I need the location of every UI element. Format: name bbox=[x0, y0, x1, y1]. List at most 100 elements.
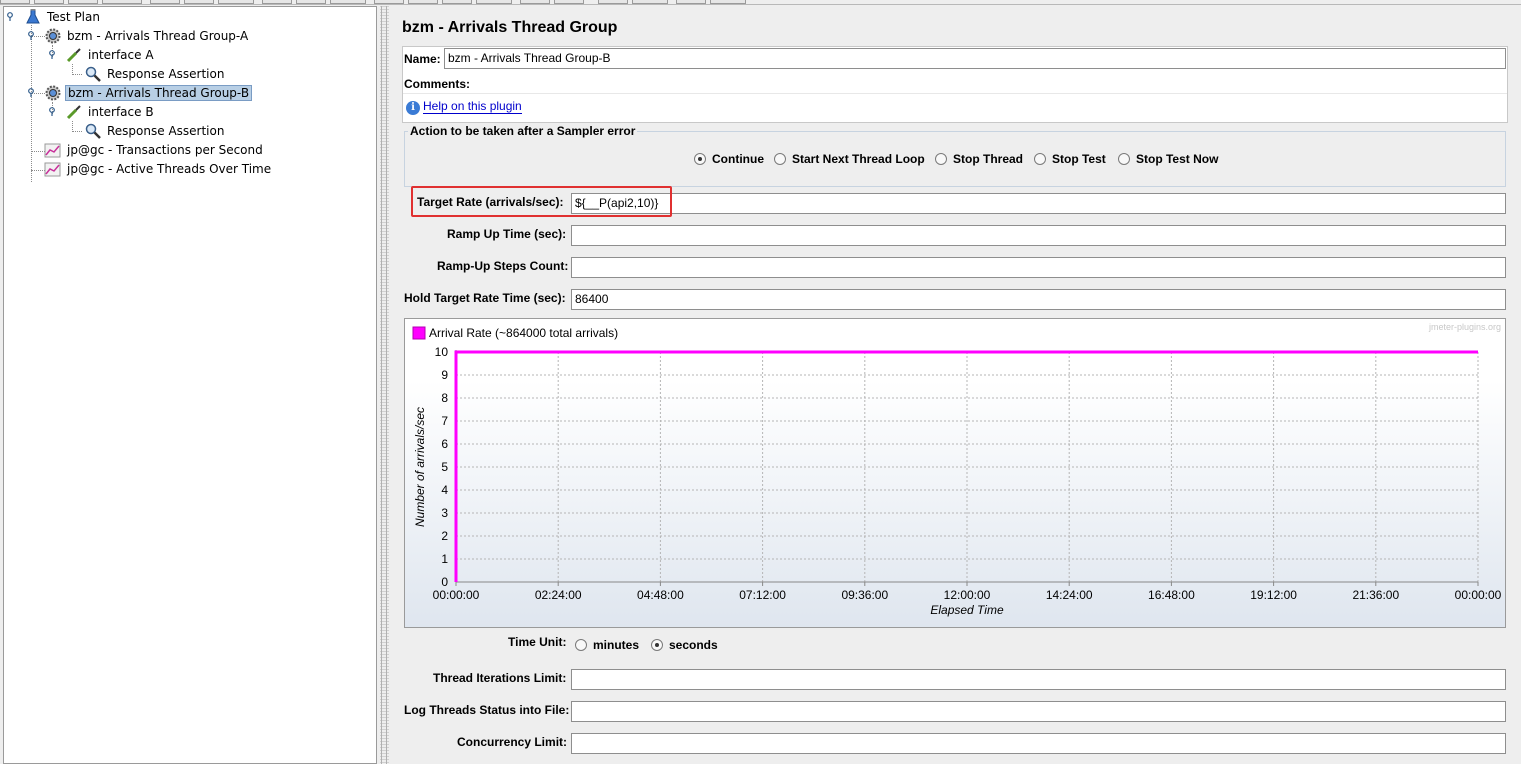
target-rate-field[interactable]: ${__P(api2,10)} bbox=[571, 193, 1506, 214]
x-tick-label: 16:48:00 bbox=[1148, 588, 1195, 602]
toolbar-button[interactable] bbox=[598, 0, 628, 4]
y-tick-label: 3 bbox=[441, 506, 448, 520]
radio-unchecked-icon bbox=[935, 153, 947, 165]
radio-start-next-thread-loop[interactable]: Start Next Thread Loop bbox=[774, 152, 925, 166]
tree-item-label: jp@gc - Transactions per Second bbox=[67, 143, 263, 157]
radio-minutes[interactable]: minutes bbox=[575, 638, 639, 652]
radio-continue[interactable]: Continue bbox=[694, 152, 764, 166]
thread-iterations-limit-field[interactable] bbox=[571, 669, 1506, 690]
tree-item-test-plan[interactable]: Test Plan bbox=[24, 8, 102, 26]
ramp-up-steps-label: Ramp-Up Steps Count: bbox=[437, 259, 569, 273]
y-tick-label: 4 bbox=[441, 483, 448, 497]
toolbar-button[interactable] bbox=[554, 0, 584, 4]
ramp-up-steps-field[interactable] bbox=[571, 257, 1506, 278]
toolbar-button[interactable] bbox=[710, 0, 746, 4]
radio-checked-icon bbox=[694, 153, 706, 165]
tree-item-response-assertion-b[interactable]: Response Assertion bbox=[84, 122, 226, 140]
y-tick-label: 7 bbox=[441, 414, 448, 428]
toolbar-button[interactable] bbox=[0, 0, 30, 4]
toolbar-button[interactable] bbox=[150, 0, 180, 4]
toolbar-button[interactable] bbox=[442, 0, 472, 4]
legend-label: Arrival Rate (~864000 total arrivals) bbox=[429, 326, 618, 340]
toolbar-button[interactable] bbox=[68, 0, 98, 4]
tree-item-response-assertion-a[interactable]: Response Assertion bbox=[84, 65, 226, 83]
ramp-up-time-label: Ramp Up Time (sec): bbox=[447, 227, 567, 241]
radio-seconds[interactable]: seconds bbox=[651, 638, 718, 652]
toolbar-button[interactable] bbox=[330, 0, 366, 4]
tree-connector bbox=[31, 151, 45, 152]
tree-item-label: bzm - Arrivals Thread Group-B bbox=[65, 85, 253, 101]
x-tick-label: 07:12:00 bbox=[739, 588, 786, 602]
toolbar-button[interactable] bbox=[676, 0, 706, 4]
radio-label: Start Next Thread Loop bbox=[792, 152, 925, 166]
radio-label: Stop Thread bbox=[953, 152, 1024, 166]
legend-swatch bbox=[412, 326, 426, 340]
radio-unchecked-icon bbox=[1034, 153, 1046, 165]
radio-label: Stop Test Now bbox=[1136, 152, 1219, 166]
radio-stop-thread[interactable]: Stop Thread bbox=[935, 152, 1023, 166]
radio-stop-test[interactable]: Stop Test bbox=[1034, 152, 1106, 166]
hold-target-rate-label: Hold Target Rate Time (sec): bbox=[404, 291, 566, 305]
tree-item-interface-a[interactable]: interface A bbox=[65, 46, 156, 64]
tree-item-label: bzm - Arrivals Thread Group-A bbox=[67, 29, 249, 43]
gear-icon bbox=[45, 28, 61, 44]
tree-item-interface-b[interactable]: interface B bbox=[65, 103, 156, 121]
tree-item-label: Test Plan bbox=[47, 10, 100, 24]
ramp-up-time-field[interactable] bbox=[571, 225, 1506, 246]
help-link[interactable]: Help on this plugin bbox=[423, 99, 522, 114]
tree-item-thread-group-b[interactable]: bzm - Arrivals Thread Group-B bbox=[44, 84, 253, 102]
toolbar-button[interactable] bbox=[374, 0, 404, 4]
y-tick-label: 6 bbox=[441, 437, 448, 451]
radio-label: seconds bbox=[669, 638, 718, 652]
radio-unchecked-icon bbox=[575, 639, 587, 651]
y-tick-label: 10 bbox=[435, 345, 449, 359]
toolbar-button[interactable] bbox=[476, 0, 512, 4]
toolbar-button[interactable] bbox=[296, 0, 326, 4]
x-tick-label: 00:00:00 bbox=[433, 588, 480, 602]
expand-handle-icon[interactable] bbox=[28, 88, 37, 97]
gear-icon bbox=[45, 85, 61, 101]
log-threads-status-label: Log Threads Status into File: bbox=[404, 703, 570, 717]
radio-stop-test-now[interactable]: Stop Test Now bbox=[1118, 152, 1218, 166]
divider bbox=[403, 93, 1507, 94]
magnifier-icon bbox=[85, 123, 101, 139]
toolbar-button[interactable] bbox=[632, 0, 668, 4]
tree-connector bbox=[72, 131, 82, 132]
split-pane-divider[interactable] bbox=[380, 6, 389, 764]
y-tick-label: 1 bbox=[441, 552, 448, 566]
name-label: Name: bbox=[404, 52, 441, 66]
toolbar-button[interactable] bbox=[408, 0, 438, 4]
tree-item-transactions-per-second[interactable]: jp@gc - Transactions per Second bbox=[44, 141, 265, 159]
concurrency-limit-label: Concurrency Limit: bbox=[457, 735, 568, 749]
toolbar-button[interactable] bbox=[520, 0, 550, 4]
y-tick-label: 8 bbox=[441, 391, 448, 405]
tree-connector bbox=[31, 170, 45, 171]
graph-icon bbox=[44, 162, 61, 177]
tree-item-active-threads[interactable]: jp@gc - Active Threads Over Time bbox=[44, 160, 273, 178]
pipette-icon bbox=[66, 105, 81, 120]
test-plan-tree[interactable]: Test Plan bzm - Arrivals Thread Group-A … bbox=[3, 6, 377, 764]
toolbar-button[interactable] bbox=[102, 0, 142, 4]
log-threads-status-field[interactable] bbox=[571, 701, 1506, 722]
tree-item-label: jp@gc - Active Threads Over Time bbox=[67, 162, 272, 176]
expand-handle-icon[interactable] bbox=[49, 50, 58, 59]
expand-handle-icon[interactable] bbox=[49, 107, 58, 116]
info-icon: i bbox=[406, 101, 420, 115]
radio-unchecked-icon bbox=[774, 153, 786, 165]
concurrency-limit-field[interactable] bbox=[571, 733, 1506, 754]
toolbar-button[interactable] bbox=[34, 0, 64, 4]
expand-handle-icon[interactable] bbox=[28, 31, 37, 40]
hold-target-rate-field[interactable]: 86400 bbox=[571, 289, 1506, 310]
comments-label: Comments: bbox=[404, 77, 471, 91]
sampler-error-action-title: Action to be taken after a Sampler error bbox=[408, 124, 638, 138]
tree-item-thread-group-a[interactable]: bzm - Arrivals Thread Group-A bbox=[44, 27, 250, 45]
name-field[interactable]: bzm - Arrivals Thread Group-B bbox=[444, 48, 1506, 69]
tree-item-label: interface A bbox=[88, 48, 154, 62]
toolbar-button[interactable] bbox=[262, 0, 292, 4]
flask-icon bbox=[26, 9, 40, 24]
toolbar bbox=[0, 0, 1521, 5]
x-tick-label: 14:24:00 bbox=[1046, 588, 1093, 602]
toolbar-button[interactable] bbox=[218, 0, 254, 4]
toolbar-button[interactable] bbox=[184, 0, 214, 4]
expand-handle-icon[interactable] bbox=[7, 12, 16, 21]
